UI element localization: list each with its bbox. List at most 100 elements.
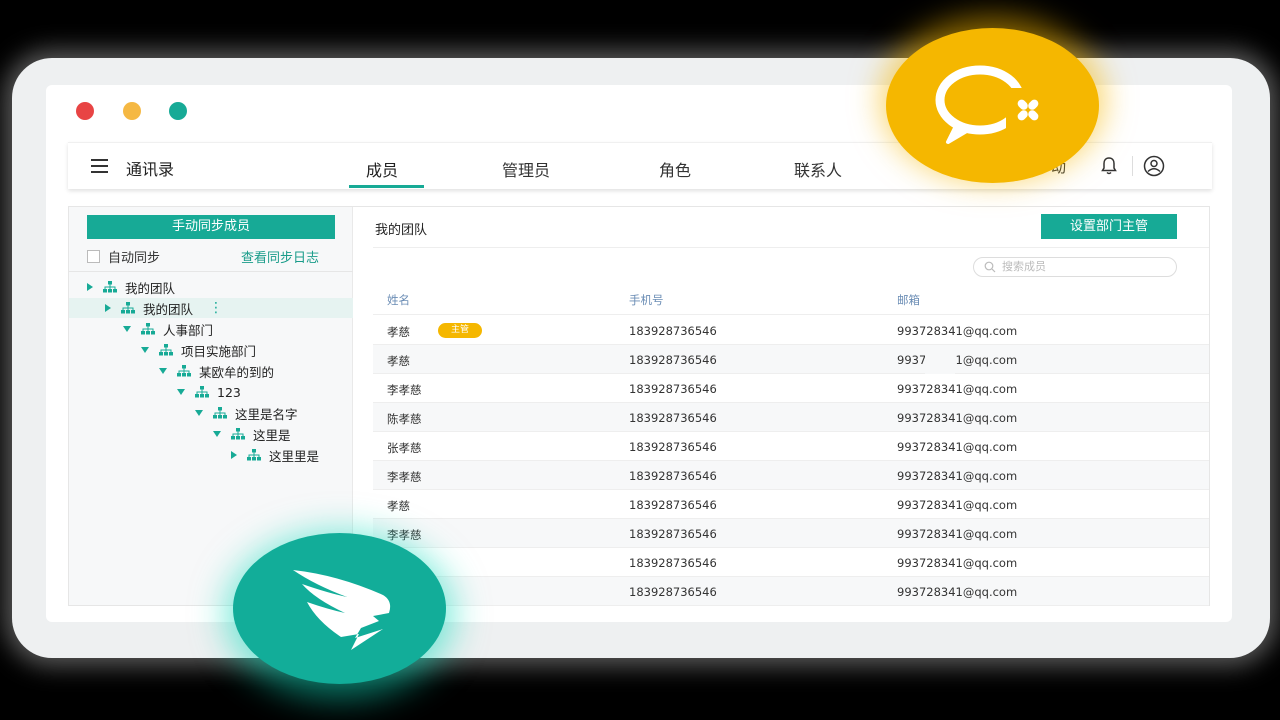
active-tab-indicator bbox=[349, 185, 424, 188]
tree-node[interactable]: 123 bbox=[177, 382, 241, 402]
tree-node-label: 项目实施部门 bbox=[181, 343, 257, 359]
member-name: 孝慈 bbox=[387, 354, 410, 368]
member-name: 孝慈 bbox=[387, 499, 410, 513]
app-title: 通讯录 bbox=[126, 160, 175, 179]
collapse-caret-icon[interactable] bbox=[177, 389, 185, 395]
window-maximize-button[interactable] bbox=[169, 102, 187, 120]
auto-sync-label: 自动同步 bbox=[108, 251, 161, 266]
collapse-caret-icon[interactable] bbox=[213, 431, 221, 437]
member-phone: 183928736546 bbox=[629, 382, 717, 396]
column-name: 姓名 bbox=[387, 293, 410, 307]
bell-icon[interactable] bbox=[1100, 156, 1118, 176]
member-phone: 183928736546 bbox=[629, 527, 717, 541]
search-input[interactable]: 搜索成员 bbox=[973, 257, 1177, 277]
member-name: 孝慈 bbox=[387, 325, 410, 339]
collapse-caret-icon[interactable] bbox=[141, 347, 149, 353]
table-row[interactable]: 孝慈 主管 183928736546 993728341@qq.com bbox=[373, 316, 1209, 345]
row-overflow bbox=[925, 345, 955, 374]
column-email: 邮箱 bbox=[897, 293, 920, 307]
member-name: 李孝慈 bbox=[387, 470, 422, 484]
window-minimize-button[interactable] bbox=[123, 102, 141, 120]
tree-node[interactable]: 人事部门 bbox=[123, 319, 213, 339]
member-phone: 183928736546 bbox=[629, 556, 717, 570]
tab-members[interactable]: 成员 bbox=[366, 157, 398, 181]
wecom-logo bbox=[886, 28, 1099, 183]
org-icon bbox=[177, 365, 191, 377]
auto-sync-toggle[interactable]: 自动同步 bbox=[87, 247, 160, 266]
expand-caret-icon[interactable] bbox=[231, 451, 237, 459]
expand-caret-icon[interactable] bbox=[105, 304, 111, 312]
auto-sync-checkbox[interactable] bbox=[87, 250, 100, 263]
member-email: 993728341@qq.com bbox=[897, 353, 1018, 367]
org-icon bbox=[141, 323, 155, 335]
member-phone: 183928736546 bbox=[629, 469, 717, 483]
window-close-button[interactable] bbox=[76, 102, 94, 120]
table-row[interactable]: 孝慈 183928736546 993728341@qq.com bbox=[373, 345, 1209, 374]
table-row[interactable]: 李孝慈183928736546993728341@qq.com bbox=[373, 519, 1209, 548]
org-icon bbox=[195, 386, 209, 398]
tab-roles[interactable]: 角色 bbox=[659, 157, 691, 181]
table-row[interactable]: 李孝慈183928736546993728341@qq.com bbox=[373, 548, 1209, 577]
panel-title: 我的团队 bbox=[375, 223, 428, 238]
member-phone: 183928736546 bbox=[629, 411, 717, 425]
org-icon bbox=[247, 449, 261, 461]
tree-node[interactable]: 这里是 bbox=[213, 424, 291, 444]
tree-node[interactable]: 某欧牟的到的 bbox=[159, 361, 274, 381]
tree-node-label: 这里是 bbox=[253, 427, 291, 443]
toolbar-divider bbox=[1132, 156, 1133, 176]
collapse-caret-icon[interactable] bbox=[123, 326, 131, 332]
collapse-caret-icon[interactable] bbox=[195, 410, 203, 416]
panel-divider bbox=[373, 247, 1209, 248]
member-phone: 183928736546 bbox=[629, 353, 717, 367]
tree-node-label: 我的团队 bbox=[125, 280, 176, 296]
table-row[interactable]: 孝慈 183928736546 993728341@qq.com bbox=[373, 490, 1209, 519]
manual-sync-button[interactable]: 手动同步成员 bbox=[87, 215, 335, 239]
member-phone: 183928736546 bbox=[629, 585, 717, 599]
member-email: 993728341@qq.com bbox=[897, 469, 1018, 483]
table-row[interactable]: 陈孝慈 183928736546 993728341@qq.com bbox=[373, 403, 1209, 432]
member-phone: 183928736546 bbox=[629, 440, 717, 454]
org-icon bbox=[121, 302, 135, 314]
member-email: 993728341@qq.com bbox=[897, 527, 1018, 541]
tree-node[interactable]: 我的团队 bbox=[87, 277, 175, 297]
dingtalk-wing-icon bbox=[293, 570, 391, 650]
tree-node-label: 这里里是 bbox=[269, 448, 320, 464]
search-placeholder: 搜索成员 bbox=[1002, 260, 1046, 273]
manager-badge: 主管 bbox=[438, 323, 482, 338]
member-email: 993728341@qq.com bbox=[897, 585, 1018, 599]
member-name: 陈孝慈 bbox=[387, 412, 422, 426]
member-email: 993728341@qq.com bbox=[897, 324, 1018, 338]
tree-node-label: 某欧牟的到的 bbox=[199, 364, 275, 380]
tree-node[interactable]: 我的团队 ⋮ bbox=[69, 298, 353, 318]
tree-node-label: 这里是名字 bbox=[235, 406, 298, 422]
tree-node-label: 我的团队 bbox=[143, 301, 194, 317]
expand-caret-icon[interactable] bbox=[87, 283, 93, 291]
member-email: 993728341@qq.com bbox=[897, 382, 1018, 396]
member-panel: 我的团队 设置部门主管 搜索成员 姓名 手机号 邮箱 孝慈 主管 183928736… bbox=[353, 207, 1209, 606]
table-row[interactable]: 李孝慈183928736546993728341@qq.com bbox=[373, 374, 1209, 403]
tree-node-label: 人事部门 bbox=[163, 322, 214, 338]
table-row[interactable]: 183928736546 993728341@qq.com bbox=[373, 577, 1209, 606]
org-icon bbox=[159, 344, 173, 356]
table-header: 姓名 手机号 邮箱 bbox=[373, 285, 1209, 315]
sync-log-link[interactable]: 查看同步日志 bbox=[241, 247, 319, 266]
collapse-caret-icon[interactable] bbox=[159, 368, 167, 374]
search-icon bbox=[984, 261, 996, 273]
member-email: 993728341@qq.com bbox=[897, 440, 1018, 454]
tab-contacts[interactable]: 联系人 bbox=[794, 157, 842, 181]
org-icon bbox=[231, 428, 245, 440]
member-name: 张孝慈 bbox=[387, 441, 422, 455]
table-row[interactable]: 李孝慈 183928736546 993728341@qq.com bbox=[373, 461, 1209, 490]
more-options-icon[interactable]: ⋮ bbox=[209, 300, 223, 316]
set-department-head-button[interactable]: 设置部门主管 bbox=[1041, 214, 1177, 239]
tree-node[interactable]: 这里里是 bbox=[231, 445, 319, 465]
tree-node[interactable]: 这里是名字 bbox=[195, 403, 298, 423]
menu-icon[interactable] bbox=[91, 159, 108, 173]
table-row[interactable]: 张孝慈 183928736546 993728341@qq.com bbox=[373, 432, 1209, 461]
member-email: 993728341@qq.com bbox=[897, 556, 1018, 570]
sidebar-divider bbox=[69, 271, 353, 272]
member-email: 993728341@qq.com bbox=[897, 411, 1018, 425]
tab-admins[interactable]: 管理员 bbox=[502, 157, 550, 181]
tree-node[interactable]: 项目实施部门 bbox=[141, 340, 256, 360]
user-icon[interactable] bbox=[1143, 155, 1165, 177]
